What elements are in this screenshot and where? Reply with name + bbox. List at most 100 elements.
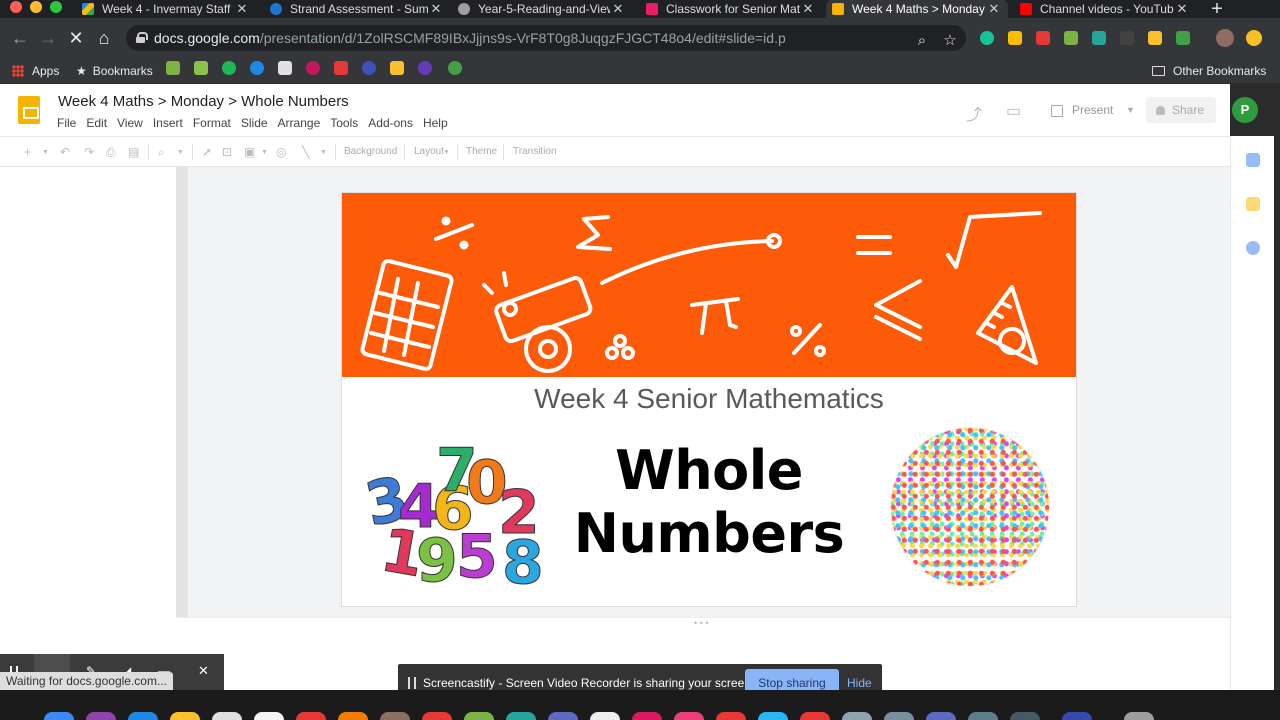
chevron-down-icon[interactable]: ▼ <box>443 149 450 156</box>
app-icon[interactable] <box>842 712 872 720</box>
tasks-icon[interactable] <box>1246 241 1260 255</box>
present-button[interactable]: Present ▼ <box>1040 97 1140 123</box>
window-minimize-button[interactable] <box>30 1 42 13</box>
home-icon[interactable]: ⌂ <box>94 28 114 48</box>
paint-format-icon[interactable]: ▤ <box>128 145 139 159</box>
screencastify-extension-icon[interactable] <box>1036 31 1050 45</box>
bookmark-icon[interactable] <box>390 61 404 75</box>
calendar-icon[interactable] <box>1246 153 1260 167</box>
bookmark-icon[interactable] <box>222 61 236 75</box>
menu-view[interactable]: View <box>117 116 143 130</box>
calendar-icon[interactable] <box>254 712 284 720</box>
app-icon[interactable] <box>506 712 536 720</box>
undo-icon[interactable]: ↶ <box>60 145 70 159</box>
bookmark-icon[interactable] <box>278 61 292 75</box>
colour-extension-icon[interactable] <box>1064 31 1078 45</box>
new-slide-icon[interactable]: + <box>24 145 31 159</box>
menu-format[interactable]: Format <box>193 116 231 130</box>
colourful-numbers-image[interactable]: 3 4 6 0 2 7 1 9 5 8 <box>362 441 562 591</box>
menu-file[interactable]: File <box>57 116 76 130</box>
keep-icon[interactable] <box>1246 197 1260 211</box>
close-tab-icon[interactable]: ✕ <box>800 1 816 17</box>
text-box-icon[interactable]: ⊡ <box>222 145 232 159</box>
browser-tab[interactable]: Strand Assessment - Sum ✕ <box>264 0 450 18</box>
menu-slide[interactable]: Slide <box>241 116 268 130</box>
bookmark-icon[interactable] <box>448 61 462 75</box>
app-icon[interactable] <box>632 712 662 720</box>
safari-icon[interactable] <box>128 712 158 720</box>
image-icon[interactable]: ▣ <box>244 145 255 159</box>
close-tab-icon[interactable]: ✕ <box>1174 1 1190 17</box>
menu-help[interactable]: Help <box>423 116 448 130</box>
finder-icon[interactable] <box>44 712 74 720</box>
app-icon[interactable] <box>674 712 704 720</box>
bookmark-icon[interactable] <box>334 61 348 75</box>
chevron-down-icon[interactable]: ▼ <box>261 149 268 156</box>
bookmark-icon[interactable] <box>166 61 180 75</box>
chrome-menu-icon[interactable] <box>1246 30 1262 46</box>
chevron-down-icon[interactable]: ▼ <box>177 149 184 156</box>
browser-tab[interactable]: Channel videos - YouTube ✕ <box>1014 0 1196 18</box>
app-icon[interactable] <box>968 712 998 720</box>
drive-extension-icon[interactable] <box>1008 31 1022 45</box>
layout-button[interactable]: Layout <box>414 146 444 157</box>
app-icon[interactable] <box>464 712 494 720</box>
close-tab-icon[interactable]: ✕ <box>610 1 626 17</box>
profile-avatar-icon[interactable] <box>1216 29 1234 47</box>
select-cursor-icon[interactable]: ➚ <box>202 145 212 159</box>
bookmark-icon[interactable] <box>418 61 432 75</box>
zoom-icon[interactable]: ⌕ <box>158 145 165 160</box>
google-slides-logo-icon[interactable] <box>18 96 40 124</box>
slide-filmstrip[interactable] <box>0 167 176 690</box>
background-button[interactable]: Background <box>344 146 397 157</box>
comments-icon[interactable]: ▭ <box>1006 101 1021 121</box>
menu-edit[interactable]: Edit <box>86 116 107 130</box>
bookmark-icon[interactable] <box>362 61 376 75</box>
activity-trend-icon[interactable]: ⤴ <box>966 101 982 125</box>
app-icon[interactable] <box>296 712 326 720</box>
browser-tab-active[interactable]: Week 4 Maths > Monday > ✕ <box>826 0 1008 18</box>
close-icon[interactable]: ✕ <box>198 663 209 679</box>
menu-insert[interactable]: Insert <box>153 116 183 130</box>
browser-tab[interactable]: Year-5-Reading-and-View ✕ <box>452 0 632 18</box>
transition-button[interactable]: Transition <box>513 146 557 157</box>
hide-banner-link[interactable]: Hide <box>847 676 872 690</box>
app-icon[interactable] <box>548 712 578 720</box>
app-icon[interactable] <box>716 712 746 720</box>
filmstrip-divider[interactable] <box>176 167 188 617</box>
chevron-down-icon[interactable]: ▼ <box>42 149 49 156</box>
bookmark-star-icon[interactable]: ☆ <box>940 28 960 54</box>
apps-bookmark[interactable]: Apps <box>12 62 59 80</box>
classroom-extension-icon[interactable] <box>1176 31 1190 45</box>
redo-icon[interactable]: ↷ <box>84 145 94 159</box>
app-icon[interactable] <box>926 712 956 720</box>
theme-button[interactable]: Theme <box>466 146 497 157</box>
grid-extension-icon[interactable] <box>1120 31 1134 45</box>
close-tab-icon[interactable]: ✕ <box>986 1 1002 17</box>
bookmarks-folder[interactable]: ★ Bookmarks <box>76 62 153 80</box>
back-arrow-icon[interactable]: ← <box>10 28 30 48</box>
app-icon[interactable] <box>380 712 410 720</box>
app-icon[interactable] <box>1010 712 1040 720</box>
document-title[interactable]: Week 4 Maths > Monday > Whole Numbers <box>58 93 349 110</box>
close-tab-icon[interactable]: ✕ <box>234 1 250 17</box>
chevron-down-icon[interactable]: ▼ <box>320 149 327 156</box>
app-icon[interactable] <box>1124 712 1154 720</box>
menu-arrange[interactable]: Arrange <box>278 116 321 130</box>
app-icon[interactable] <box>338 712 368 720</box>
chrome-icon[interactable] <box>170 712 200 720</box>
number-sphere-image[interactable] <box>890 427 1050 587</box>
slide[interactable]: Week 4 Senior Mathematics Whole Numbers … <box>342 193 1076 606</box>
forward-arrow-icon[interactable]: → <box>38 28 58 48</box>
grammarly-icon[interactable] <box>980 31 994 45</box>
browser-tab[interactable]: Classwork for Senior Math ✕ <box>640 0 822 18</box>
siri-icon[interactable] <box>86 712 116 720</box>
app-icon[interactable] <box>758 712 788 720</box>
window-close-button[interactable] <box>10 1 22 13</box>
print-icon[interactable]: ⎙ <box>106 145 116 160</box>
app-icon[interactable] <box>884 712 914 720</box>
window-zoom-button[interactable] <box>50 1 62 13</box>
app-icon[interactable] <box>800 712 830 720</box>
share-button[interactable]: Share <box>1146 97 1216 123</box>
thumbs-up-extension-icon[interactable] <box>1148 31 1162 45</box>
